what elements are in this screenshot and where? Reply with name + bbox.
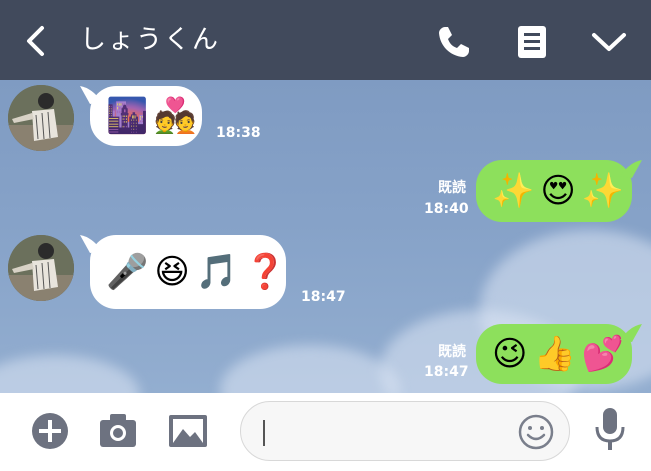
- message-emoji: 💑: [154, 96, 197, 136]
- avatar[interactable]: [8, 85, 74, 151]
- message-time: 18:40: [424, 201, 469, 217]
- message-time: 18:38: [216, 125, 261, 141]
- chat-title: しょうくん: [80, 25, 221, 55]
- bubble-tail: [620, 324, 642, 342]
- message-bubble-incoming[interactable]: 🌆 💑: [90, 86, 202, 146]
- message-emoji: 🎤: [106, 252, 149, 292]
- message-bubble-outgoing[interactable]: ✨ 😍 ✨: [476, 160, 632, 222]
- message-bubble-incoming[interactable]: 🎤 😆 🎵 ❓: [90, 235, 286, 309]
- image-icon[interactable]: [167, 411, 209, 451]
- message-time: 18:47: [301, 289, 346, 305]
- add-icon[interactable]: [30, 411, 70, 451]
- message-time: 18:47: [424, 364, 469, 380]
- message-emoji: 👍: [533, 334, 576, 374]
- chevron-down-icon[interactable]: [590, 30, 628, 54]
- avatar-photo-icon: [8, 235, 74, 301]
- chat-header: しょうくん: [0, 0, 651, 80]
- text-caret: [263, 420, 265, 446]
- read-receipt: 既読: [438, 344, 466, 360]
- message-emoji: 🌆: [106, 96, 149, 136]
- emoji-icon[interactable]: [517, 413, 555, 451]
- message-emoji: 😉: [492, 334, 528, 374]
- camera-icon[interactable]: [98, 411, 138, 451]
- microphone-icon[interactable]: [592, 405, 628, 453]
- chat-area[interactable]: 🌆 💑 18:38 既読 18:40 ✨ 😍 ✨ 🎤 😆 🎵 ❓ 18:47 既…: [0, 80, 651, 393]
- avatar[interactable]: [8, 235, 74, 301]
- input-toolbar: [0, 393, 651, 471]
- message-emoji: ✨: [492, 171, 535, 211]
- message-emoji: 😆: [154, 252, 190, 292]
- message-emoji: 💕: [581, 334, 625, 374]
- message-input[interactable]: [240, 401, 570, 461]
- background-cloud: [0, 355, 140, 393]
- back-arrow-icon[interactable]: [22, 24, 52, 58]
- read-receipt: 既読: [438, 180, 466, 196]
- notes-icon[interactable]: [516, 24, 548, 60]
- message-emoji: 😍: [540, 171, 576, 211]
- message-emoji: ❓: [244, 252, 287, 292]
- avatar-photo-icon: [8, 85, 74, 151]
- phone-icon[interactable]: [436, 24, 472, 60]
- bubble-tail: [620, 160, 642, 178]
- message-bubble-outgoing[interactable]: 😉 👍 💕: [476, 324, 632, 384]
- message-emoji: 🎵: [195, 252, 239, 292]
- message-emoji: ✨: [581, 171, 625, 211]
- background-cloud: [220, 345, 400, 393]
